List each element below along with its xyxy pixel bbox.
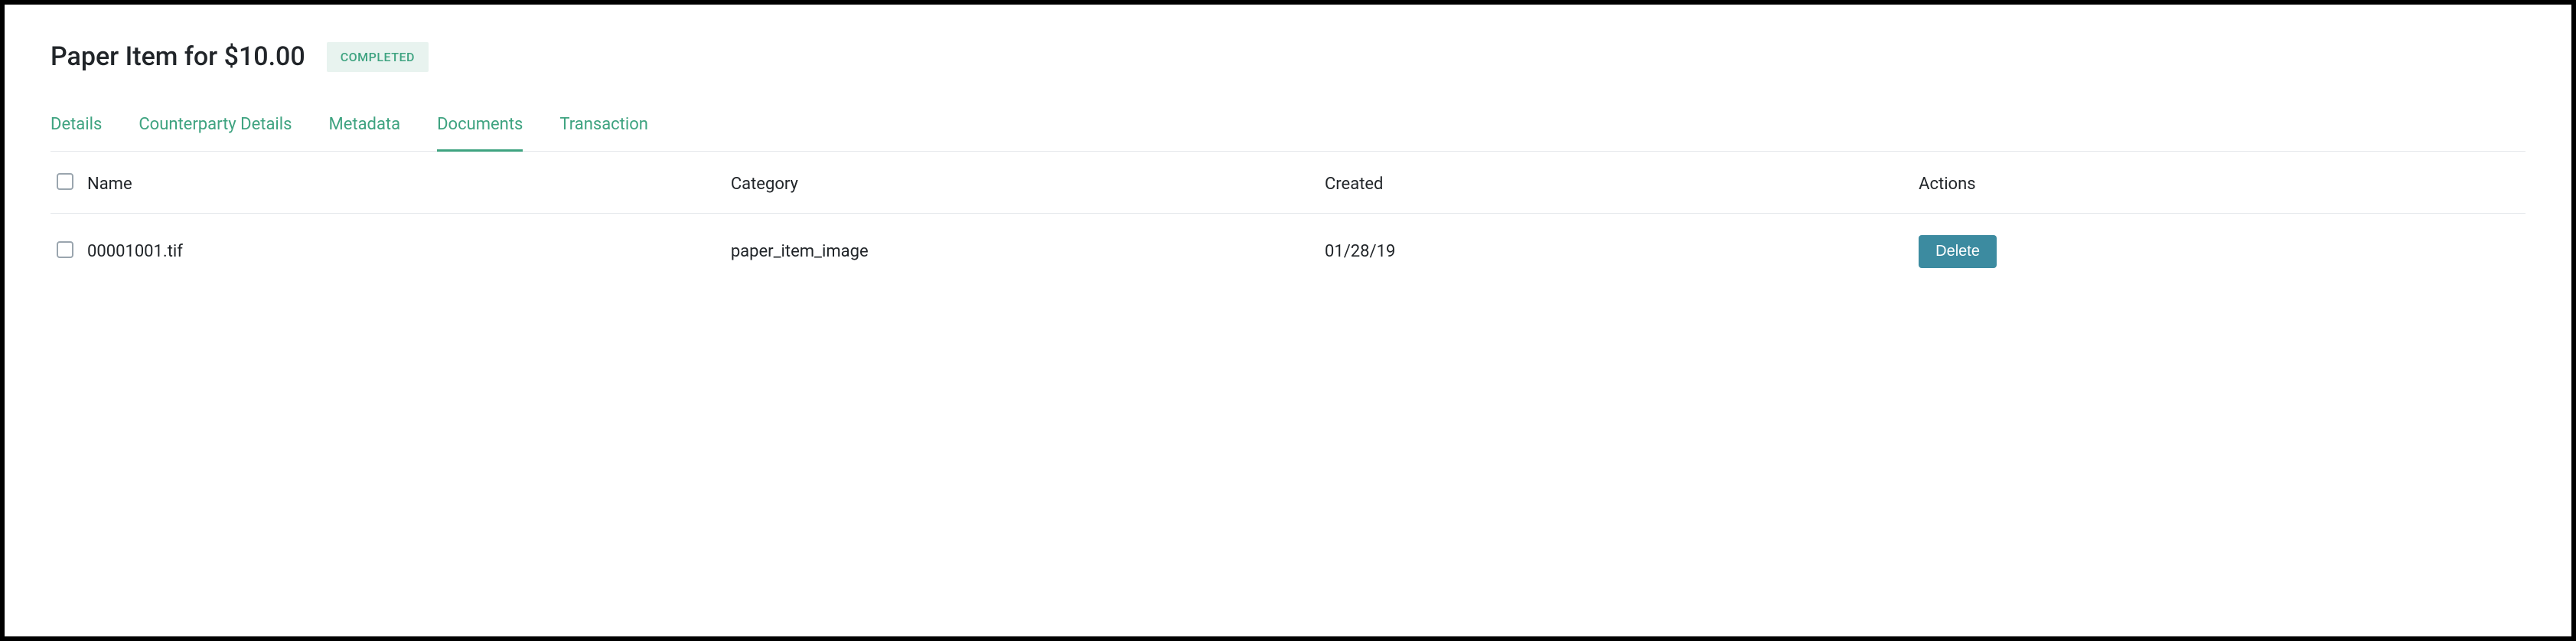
select-all-header xyxy=(51,152,81,214)
row-select-cell xyxy=(51,214,81,290)
row-category: paper_item_image xyxy=(725,214,1319,290)
row-actions: Delete xyxy=(1912,214,2525,290)
tabs: Details Counterparty Details Metadata Do… xyxy=(51,115,2525,152)
tab-details[interactable]: Details xyxy=(51,115,102,152)
tab-transaction[interactable]: Transaction xyxy=(559,115,648,152)
tab-metadata[interactable]: Metadata xyxy=(329,115,401,152)
page-header: Paper Item for $10.00 COMPLETED xyxy=(51,41,2525,72)
row-created: 01/28/19 xyxy=(1319,214,1912,290)
tab-counterparty-details[interactable]: Counterparty Details xyxy=(139,115,292,152)
table-header-created: Created xyxy=(1319,152,1912,214)
table-header-name: Name xyxy=(81,152,725,214)
page-title: Paper Item for $10.00 xyxy=(51,41,305,72)
row-checkbox[interactable] xyxy=(57,241,73,258)
documents-table: Name Category Created Actions 00001001.t… xyxy=(51,152,2525,289)
tab-documents[interactable]: Documents xyxy=(437,115,523,152)
table-row: 00001001.tif paper_item_image 01/28/19 D… xyxy=(51,214,2525,290)
table-header-actions: Actions xyxy=(1912,152,2525,214)
status-badge: COMPLETED xyxy=(327,42,429,72)
delete-button[interactable]: Delete xyxy=(1919,235,1997,268)
table-header-row: Name Category Created Actions xyxy=(51,152,2525,214)
row-name: 00001001.tif xyxy=(81,214,725,290)
select-all-checkbox[interactable] xyxy=(57,173,73,190)
table-header-category: Category xyxy=(725,152,1319,214)
